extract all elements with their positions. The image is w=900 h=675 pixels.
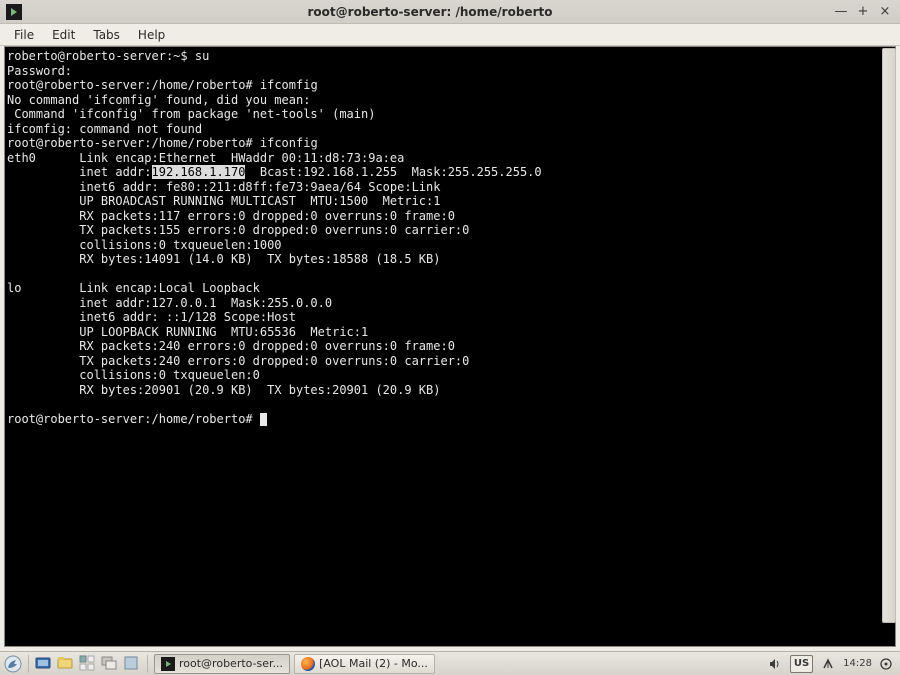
clock[interactable]: 14:28 [843,655,872,673]
menu-edit[interactable]: Edit [44,26,83,44]
titlebar[interactable]: root@roberto-server: /home/roberto — + × [0,0,900,24]
menu-file[interactable]: File [6,26,42,44]
taskbar-task-browser[interactable]: [AOL Mail (2) - Mo... [294,654,435,674]
taskbar-separator [28,655,29,673]
terminal-app-icon [6,4,22,20]
maximize-button[interactable]: + [856,5,870,19]
terminal-cursor [260,413,267,426]
menu-tabs[interactable]: Tabs [85,26,128,44]
window-list-icon[interactable] [101,655,119,673]
highlighted-ip[interactable]: 192.168.1.170 [152,165,246,179]
menubar: File Edit Tabs Help [0,24,900,46]
network-icon[interactable] [821,655,835,673]
show-desktop-icon[interactable] [35,655,53,673]
system-tray: US 14:28 [768,655,896,673]
taskbar-task-label: root@roberto-ser... [179,657,283,670]
menu-help[interactable]: Help [130,26,173,44]
quicklaunch-icon[interactable] [123,655,141,673]
terminal-icon [161,657,175,671]
file-manager-icon[interactable] [57,655,75,673]
minimize-button[interactable]: — [834,5,848,19]
workspace-switcher-icon[interactable] [79,655,97,673]
taskbar-task-label: [AOL Mail (2) - Mo... [319,657,428,670]
terminal-scrollbar[interactable] [882,48,896,623]
terminal-viewport[interactable]: roberto@roberto-server:~$ su Password: r… [4,46,896,647]
session-menu-icon[interactable] [880,655,892,673]
close-button[interactable]: × [878,5,892,19]
window-title: root@roberto-server: /home/roberto [26,5,834,19]
volume-icon[interactable] [768,655,782,673]
terminal-window: root@roberto-server: /home/roberto — + ×… [0,0,900,651]
taskbar-separator [147,655,148,673]
start-menu-button[interactable] [4,655,22,673]
terminal-output[interactable]: roberto@roberto-server:~$ su Password: r… [7,49,893,426]
taskbar-task-terminal[interactable]: root@roberto-ser... [154,654,290,674]
firefox-icon [301,657,315,671]
keyboard-layout-indicator[interactable]: US [790,655,813,673]
taskbar: root@roberto-ser... [AOL Mail (2) - Mo..… [0,651,900,675]
